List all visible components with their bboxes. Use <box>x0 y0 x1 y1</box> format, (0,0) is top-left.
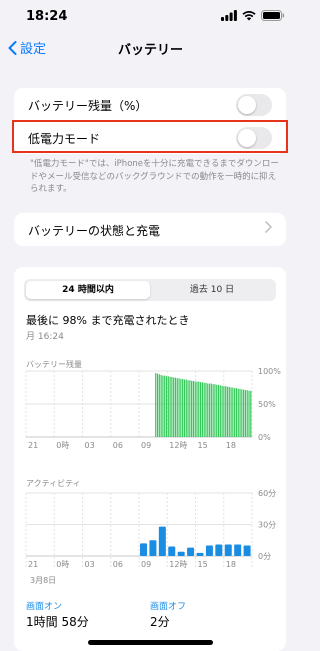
y-tick-label: 60分 <box>258 489 276 498</box>
battery-icon <box>261 10 285 21</box>
screen-off-value: 2分 <box>150 615 170 629</box>
screen-on-value: 1時間 58分 <box>26 615 89 629</box>
chart-bar <box>168 546 176 556</box>
chart-bar <box>234 544 242 556</box>
chevron-right-icon <box>265 221 272 237</box>
chart-bar <box>149 540 157 556</box>
screen-on-label: 画面オン <box>26 602 63 612</box>
highlight-box <box>12 120 288 153</box>
status-bar: 18:24 <box>0 0 301 34</box>
x-tick-label: 15 <box>198 560 208 569</box>
x-tick-label: 09 <box>141 560 151 569</box>
battery-percentage-toggle[interactable] <box>236 94 272 116</box>
battery-usage-card: 24 時間以内 過去 10 日 最後に 98% まで充電されたとき 月 16:2… <box>14 267 286 651</box>
y-tick-label: 0分 <box>258 552 271 561</box>
chart-bar <box>196 552 204 556</box>
battery-health-group: バッテリーの状態と充電 <box>14 213 286 246</box>
chart-bar <box>140 543 148 556</box>
chart-bar <box>205 545 213 556</box>
signal-icon <box>221 10 237 21</box>
chart-bar <box>187 547 195 556</box>
battery-percentage-row: バッテリー残量（%） <box>14 88 286 121</box>
screen-off-label: 画面オフ <box>150 602 187 612</box>
chart-bar <box>158 526 166 556</box>
x-tick-label: 06 <box>113 560 123 569</box>
wifi-icon <box>242 10 256 21</box>
chart-bar <box>177 551 185 556</box>
x-tick-label: 21 <box>28 560 38 569</box>
x-tick-label: 03 <box>85 560 95 569</box>
low-power-footnote: "低電力モード"では、iPhoneを十分に充電できるまでダウンロードやメール受信… <box>30 159 279 194</box>
x-tick-label: 12時 <box>169 560 187 569</box>
status-time: 18:24 <box>26 9 68 24</box>
battery-health-label: バッテリーの状態と充電 <box>28 224 161 238</box>
y-tick-label: 30分 <box>258 521 276 530</box>
date-label: 3月8日 <box>30 576 57 585</box>
navigation-bar: 設定 バッテリー <box>0 34 301 62</box>
toggle-knob <box>238 96 256 114</box>
battery-health-row[interactable]: バッテリーの状態と充電 <box>14 213 286 246</box>
chart-bar <box>215 544 223 556</box>
chart-bar <box>224 544 232 556</box>
battery-percentage-label: バッテリー残量（%） <box>28 99 148 113</box>
status-icons <box>221 10 285 21</box>
x-tick-label: 18 <box>226 560 236 569</box>
activity-chart: 60分 30分 0分 21 0時 03 06 09 12時 15 18 <box>25 489 276 569</box>
home-indicator <box>88 640 213 645</box>
chart-bar <box>243 545 251 556</box>
x-tick-label: 0時 <box>56 560 69 569</box>
page-title: バッテリー <box>117 43 183 58</box>
